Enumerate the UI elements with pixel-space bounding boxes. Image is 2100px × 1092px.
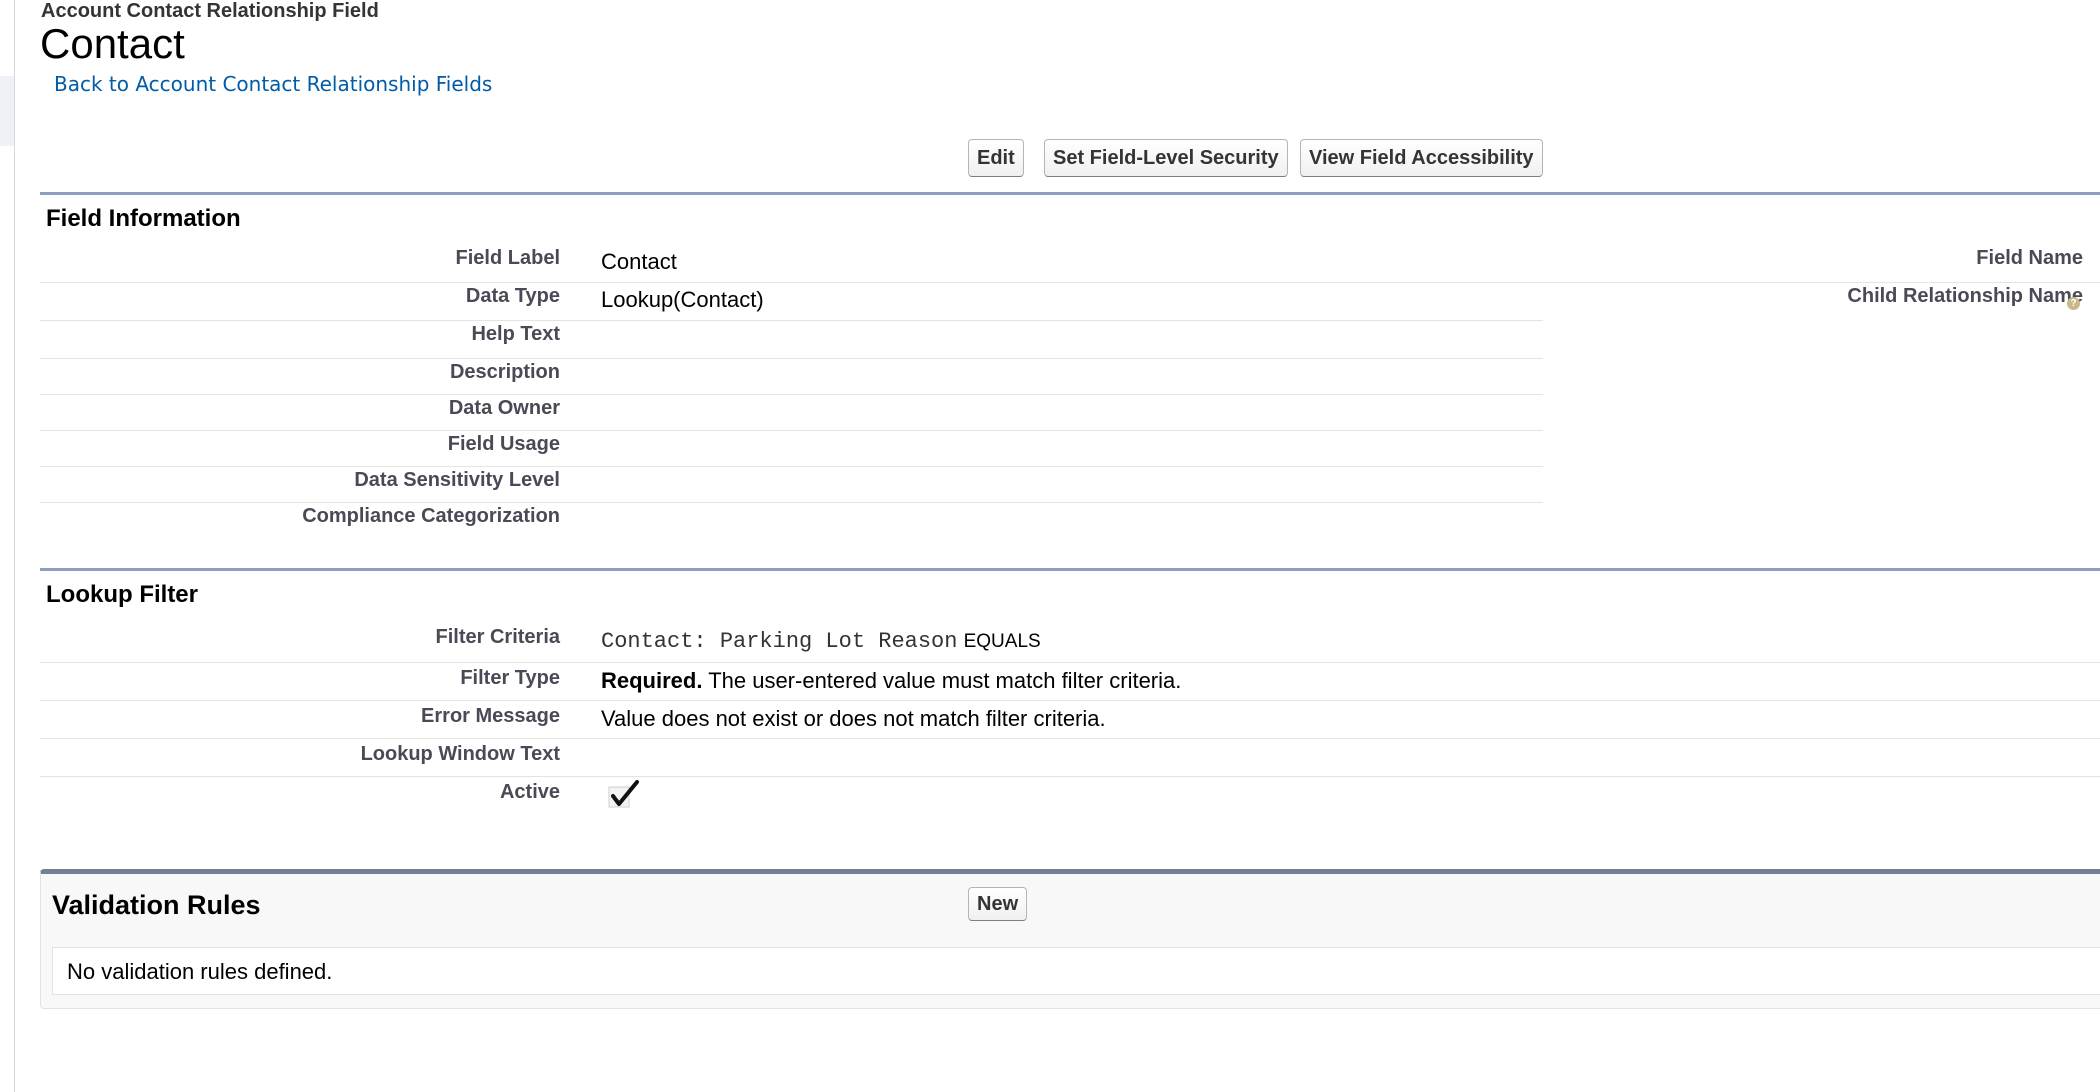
row-divider [40,320,1543,321]
data-owner-label: Data Owner [448,397,560,419]
error-message-value: Value does not exist or does not match f… [601,706,1106,731]
field-name-label: Field Name [1976,247,2083,269]
lookup-filter-section: Lookup Filter Filter Criteria Contact: P… [40,568,2100,841]
filter-criteria-value: Contact: Parking Lot Reason EQUALS [601,627,1041,654]
row-divider [40,738,2100,739]
edit-button[interactable]: Edit [968,139,1024,177]
page-title: Contact [40,20,185,67]
row-divider [40,358,1543,359]
sidebar-collapse-tab[interactable] [0,76,14,146]
filter-type-label: Filter Type [460,667,560,689]
description-row: Description [40,361,560,397]
filter-type-text: The user-entered value must match filter… [708,668,1182,693]
filter-criteria-row: Filter Criteria [40,626,560,662]
field-label-row: Field Label [40,247,560,283]
child-relationship-name-label: Child Relationship Name [1847,285,2083,307]
field-information-section: Field Information Field Label Contact Da… [40,192,2100,535]
compliance-categorization-row: Compliance Categorization [40,505,560,541]
data-owner-row: Data Owner [40,397,560,433]
lookup-window-text-row: Lookup Window Text [40,743,560,779]
data-type-value: Lookup(Contact) [601,287,764,312]
active-label: Active [499,781,560,803]
set-field-level-security-button[interactable]: Set Field-Level Security [1044,139,1288,177]
no-validation-rules-message: No validation rules defined. [67,959,333,984]
description-label: Description [449,361,560,383]
section-title-field-information: Field Information [46,205,241,232]
help-text-label: Help Text [471,323,560,345]
help-text-row: Help Text [40,323,560,359]
field-name-row: Field Name [1560,247,2083,283]
field-label-label: Field Label [455,247,560,269]
error-message-label: Error Message [421,705,560,727]
data-sensitivity-level-label: Data Sensitivity Level [354,469,560,491]
checkmark-icon [608,780,639,808]
validation-rules-body: No validation rules defined. [52,947,2100,995]
child-relationship-name-label-wrap: Child Relationship Name [1847,285,2083,308]
help-icon[interactable]: ? [2067,297,2080,310]
filter-type-strong: Required. [601,668,703,693]
left-sidebar-rail [0,0,15,1092]
row-divider [40,394,1543,395]
lookup-window-text-label: Lookup Window Text [360,743,560,765]
filter-type-row: Filter Type [40,667,560,703]
field-usage-row: Field Usage [40,433,560,469]
view-field-accessibility-button[interactable]: View Field Accessibility [1300,139,1543,177]
section-title-lookup-filter: Lookup Filter [46,581,198,608]
active-row: Active [40,781,560,817]
row-divider [40,700,2100,701]
row-divider [40,466,1543,467]
field-usage-label: Field Usage [447,433,560,455]
data-sensitivity-level-row: Data Sensitivity Level [40,469,560,505]
row-divider [40,430,1543,431]
filter-type-value: Required. The user-entered value must ma… [601,668,1181,694]
validation-rules-related-list: Validation Rules New No validation rules… [40,869,2100,1009]
child-relationship-name-row: Child Relationship Name [1560,285,2083,321]
filter-criteria-label: Filter Criteria [435,626,560,648]
validation-rules-title: Validation Rules [52,890,261,920]
data-type-row: Data Type [40,285,560,321]
row-divider [40,502,1543,503]
error-message-row: Error Message [40,705,560,741]
filter-criteria-operator: EQUALS [963,631,1041,652]
new-validation-rule-button[interactable]: New [968,887,1028,921]
compliance-categorization-label: Compliance Categorization [302,505,560,527]
back-to-list-link[interactable]: Back to Account Contact Relationship Fie… [54,72,492,96]
data-type-label: Data Type [465,285,560,307]
row-divider [40,776,2100,777]
field-label-value: Contact [601,249,677,274]
row-divider [40,662,2100,663]
filter-criteria-field: Contact: Parking Lot Reason [601,629,958,654]
